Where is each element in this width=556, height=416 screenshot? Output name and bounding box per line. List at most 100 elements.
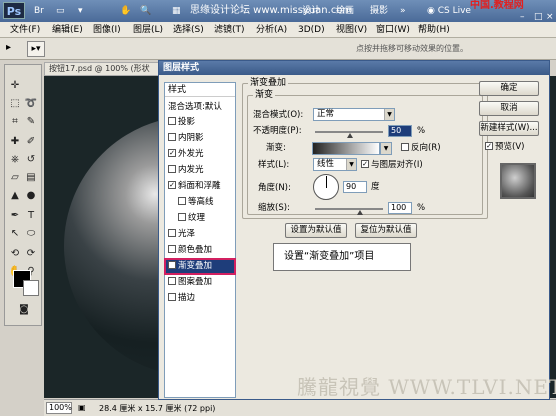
chevron-down-icon: ▼: [381, 143, 391, 154]
ok-button[interactable]: 确定: [479, 81, 539, 96]
style-outer-glow[interactable]: ✓ 外发光: [165, 147, 235, 162]
menu-filter[interactable]: 滤镜(T): [214, 24, 245, 36]
style-drop-shadow[interactable]: 投影: [165, 115, 235, 130]
hand-tool-icon[interactable]: ✋: [120, 4, 131, 18]
checkbox[interactable]: [168, 228, 176, 237]
style-inner-shadow[interactable]: 内阴影: [165, 131, 235, 146]
bridge-icon[interactable]: Br: [34, 4, 44, 18]
background-color[interactable]: [23, 280, 39, 296]
cs-live-icon: ◉: [427, 6, 438, 16]
style-inner-glow[interactable]: 内发光: [165, 163, 235, 178]
reset-default-button[interactable]: 复位为默认值: [355, 223, 417, 238]
checkbox[interactable]: [168, 164, 176, 173]
style-color-overlay[interactable]: 颜色叠加: [165, 243, 235, 258]
opacity-slider-thumb[interactable]: [347, 133, 353, 138]
scale-slider-thumb[interactable]: [357, 210, 363, 215]
quick-mask-icon[interactable]: ◙: [17, 303, 31, 317]
new-style-button[interactable]: 新建样式(W)...: [479, 121, 539, 136]
checkbox[interactable]: [168, 276, 176, 285]
crop-tool[interactable]: ⌗: [8, 115, 22, 129]
preview-checkbox-checked[interactable]: ✓: [485, 141, 493, 150]
shape-tool[interactable]: ⬭: [24, 227, 38, 241]
clone-stamp-tool[interactable]: ⎈: [8, 153, 22, 167]
style-gradient-overlay[interactable]: ✓ 渐变叠加: [164, 258, 236, 275]
angle-input[interactable]: 90: [343, 181, 367, 193]
3d-rotate-tool[interactable]: ⟲: [8, 247, 22, 261]
blend-mode-select[interactable]: 正常 ▼: [313, 108, 395, 121]
gradient-tool[interactable]: ▤: [24, 171, 38, 185]
checkbox-checked[interactable]: ✓: [168, 180, 176, 189]
style-stroke[interactable]: 描边: [165, 291, 235, 306]
menu-3d[interactable]: 3D(D): [298, 24, 325, 36]
style-label: 投影: [178, 117, 196, 127]
eyedropper-tool[interactable]: ✎: [24, 115, 38, 129]
checkbox-checked[interactable]: ✓: [168, 148, 176, 157]
reverse-checkbox[interactable]: [401, 142, 409, 151]
scale-input[interactable]: 100: [388, 202, 412, 214]
menu-view[interactable]: 视图(V): [336, 24, 367, 36]
checkbox[interactable]: [168, 292, 176, 301]
checkbox-checked[interactable]: ✓: [168, 260, 176, 269]
menu-image[interactable]: 图像(I): [93, 24, 121, 36]
brush-tool[interactable]: ✐: [24, 135, 38, 149]
checkbox[interactable]: [168, 116, 176, 125]
tool-preset-picker[interactable]: ▸▾: [27, 41, 45, 57]
workspace-more-icon[interactable]: »: [400, 4, 406, 18]
screen-mode-icon[interactable]: ▭: [56, 4, 65, 18]
cs-live-button[interactable]: ◉ CS Live: [427, 4, 471, 18]
checkbox[interactable]: [168, 132, 176, 141]
menu-edit[interactable]: 编辑(E): [52, 24, 83, 36]
align-checkbox-checked[interactable]: ✓: [361, 159, 369, 168]
style-contour[interactable]: 等高线: [165, 195, 235, 210]
zoom-field[interactable]: 100%: [46, 402, 72, 414]
align-option[interactable]: ✓ 与图层对齐(I): [361, 159, 423, 171]
workspace-photography[interactable]: 摄影: [370, 4, 388, 18]
style-pattern-overlay[interactable]: 图案叠加: [165, 275, 235, 290]
workspace-design[interactable]: 设计: [302, 4, 320, 18]
style-label: 混合选项:默认: [168, 102, 222, 112]
status-menu-icon[interactable]: ▣: [78, 403, 86, 412]
zoom-level-icon[interactable]: ▾: [78, 4, 83, 18]
style-texture[interactable]: 纹理: [165, 211, 235, 226]
path-selection-tool[interactable]: ↖: [8, 227, 22, 241]
healing-brush-tool[interactable]: ✚: [8, 135, 22, 149]
eraser-tool[interactable]: ▱: [8, 171, 22, 185]
marquee-tool[interactable]: ⬚: [8, 97, 22, 111]
menu-layer[interactable]: 图层(L): [133, 24, 163, 36]
history-brush-tool[interactable]: ↺: [24, 153, 38, 167]
checkbox[interactable]: [178, 212, 186, 221]
dodge-tool[interactable]: ●: [24, 189, 38, 203]
zoom-tool-icon[interactable]: 🔍: [140, 4, 151, 18]
type-tool[interactable]: T: [24, 209, 38, 223]
gradient-dropdown[interactable]: ▼: [380, 142, 392, 155]
menu-help[interactable]: 帮助(H): [418, 24, 450, 36]
style-blending-options[interactable]: 混合选项:默认: [165, 100, 235, 115]
checkbox[interactable]: [168, 244, 176, 253]
menu-file[interactable]: 文件(F): [10, 24, 40, 36]
lasso-tool[interactable]: ➰: [24, 97, 38, 111]
3d-orbit-tool[interactable]: ⟳: [24, 247, 38, 261]
menu-select[interactable]: 选择(S): [173, 24, 204, 36]
pen-tool[interactable]: ✒: [8, 209, 22, 223]
chevron-down-icon: ▼: [384, 109, 394, 120]
menu-analysis[interactable]: 分析(A): [256, 24, 287, 36]
angle-dial[interactable]: [313, 174, 339, 200]
photoshop-logo: Ps: [3, 2, 25, 19]
arrange-documents-icon[interactable]: ▦: [172, 4, 181, 18]
set-default-button[interactable]: 设置为默认值: [285, 223, 347, 238]
scale-slider[interactable]: [315, 208, 383, 210]
style-satin[interactable]: 光泽: [165, 227, 235, 242]
reverse-option[interactable]: 反向(R): [401, 142, 441, 154]
cancel-button[interactable]: 取消: [479, 101, 539, 116]
blur-tool[interactable]: ▲: [8, 189, 22, 203]
style-select[interactable]: 线性 ▼: [313, 158, 357, 171]
preview-option[interactable]: ✓ 预览(V): [485, 141, 524, 153]
move-tool[interactable]: ✛: [8, 79, 22, 93]
menu-window[interactable]: 窗口(W): [376, 24, 410, 36]
styles-header[interactable]: 样式: [165, 83, 235, 97]
opacity-input[interactable]: 50: [388, 125, 412, 137]
gradient-picker[interactable]: [312, 142, 380, 155]
style-bevel-emboss[interactable]: ✓ 斜面和浮雕: [165, 179, 235, 194]
checkbox[interactable]: [178, 196, 186, 205]
workspace-painting[interactable]: 绘画: [336, 4, 354, 18]
